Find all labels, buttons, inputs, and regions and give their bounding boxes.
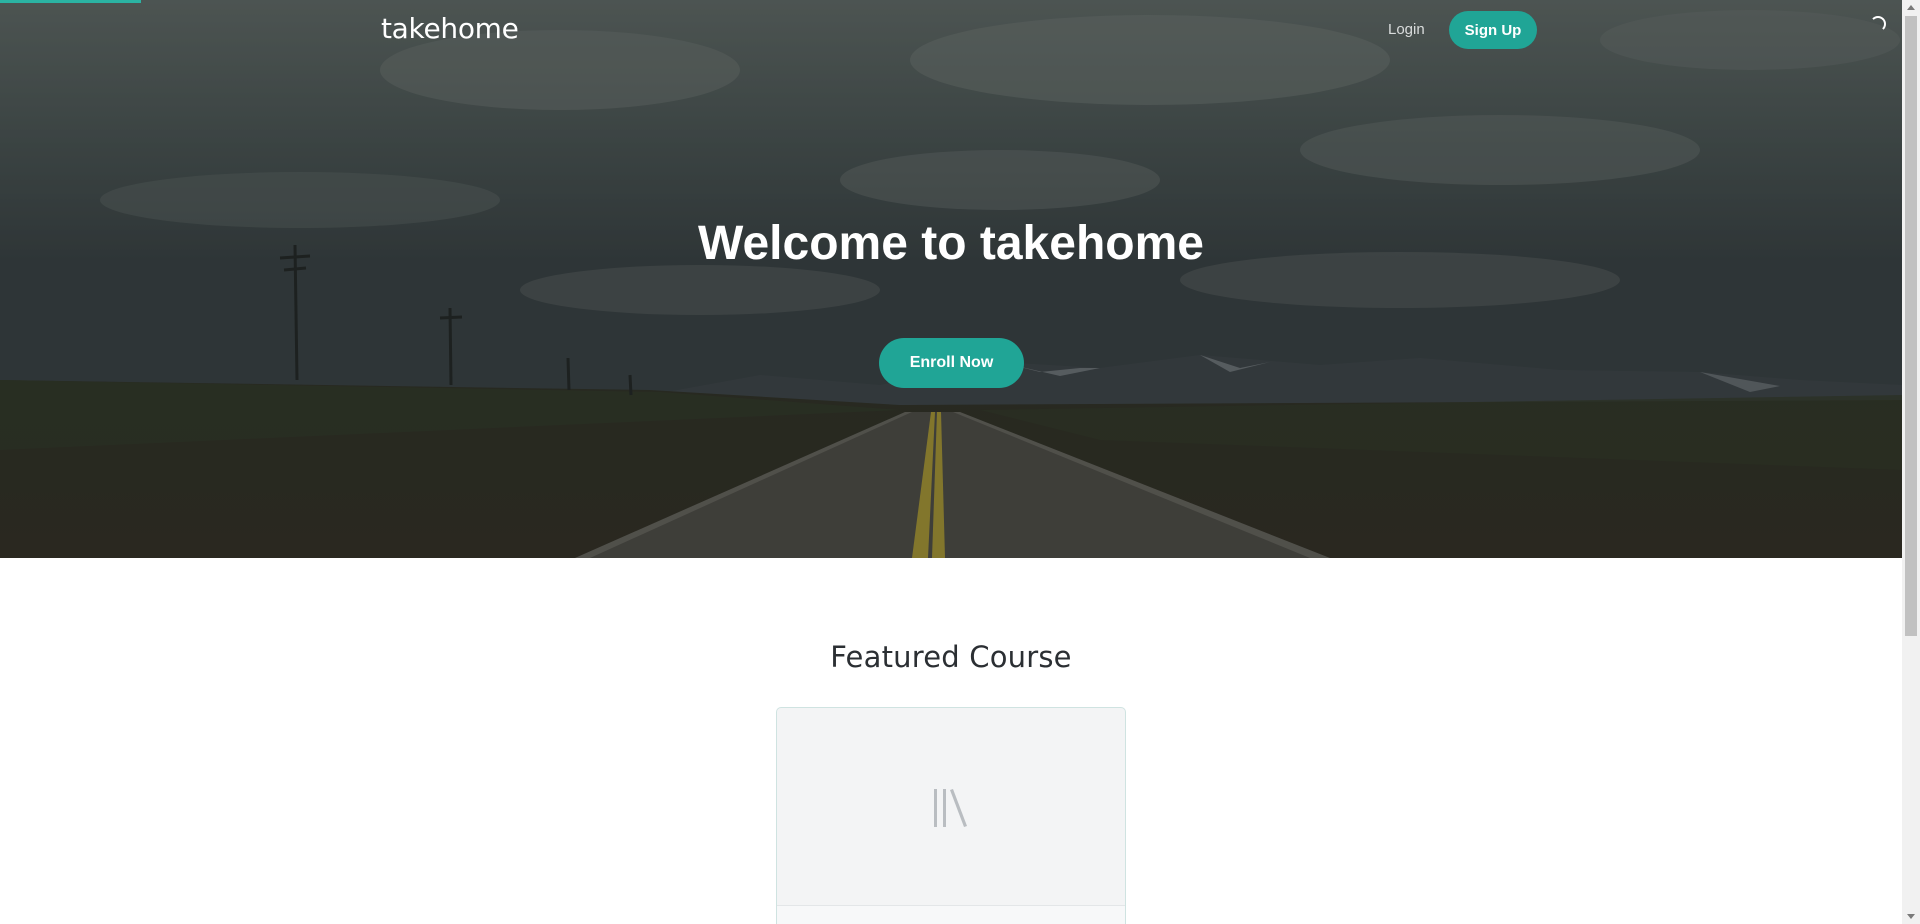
- hero-title: Welcome to takehome: [698, 217, 1204, 270]
- hero-background-image: [0, 0, 1902, 558]
- course-card-body: [777, 906, 1125, 924]
- site-brand-logo[interactable]: takehome: [381, 12, 519, 45]
- page-scrollbar[interactable]: [1902, 0, 1920, 924]
- page-loading-bar: [0, 0, 141, 3]
- signup-button[interactable]: Sign Up: [1449, 11, 1537, 49]
- course-thumbnail[interactable]: [777, 708, 1125, 906]
- hero-section: takehome Login Sign Up Welcome to takeho…: [0, 0, 1902, 558]
- login-link[interactable]: Login: [1388, 21, 1425, 38]
- scroll-up-arrow-icon[interactable]: [1907, 5, 1915, 10]
- course-placeholder-icon: [934, 789, 967, 827]
- scrollbar-thumb[interactable]: [1905, 16, 1917, 636]
- loading-spinner-icon: [1870, 16, 1886, 32]
- featured-course-heading: Featured Course: [830, 640, 1072, 674]
- featured-course-card[interactable]: [776, 707, 1126, 924]
- enroll-now-button[interactable]: Enroll Now: [879, 338, 1024, 388]
- scroll-down-arrow-icon[interactable]: [1907, 914, 1915, 919]
